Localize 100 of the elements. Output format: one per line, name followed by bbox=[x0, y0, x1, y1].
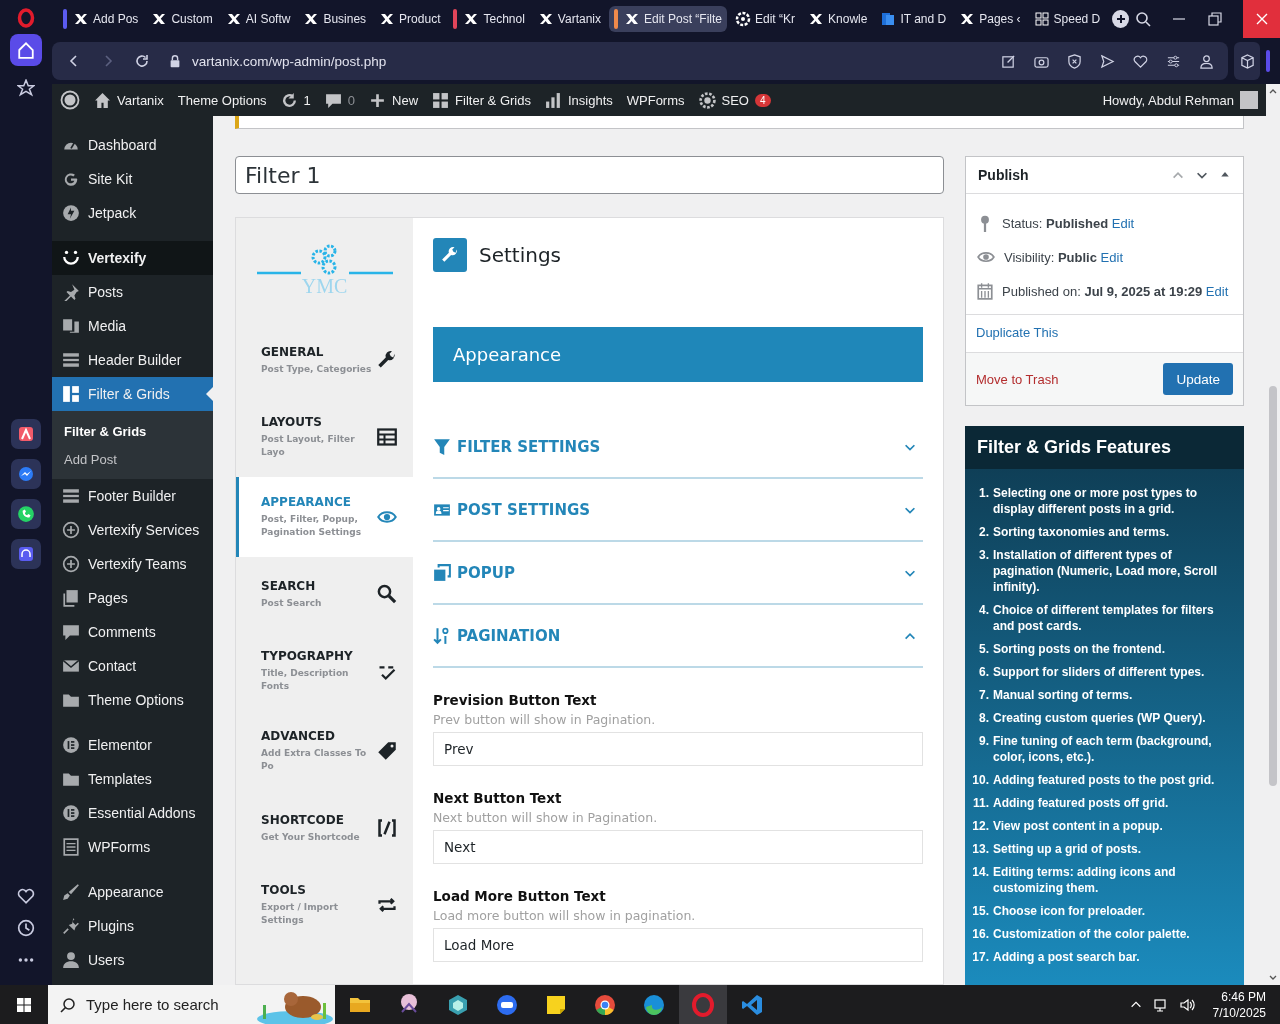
address-bar[interactable]: vartanix.com/wp-admin/post.php bbox=[52, 42, 1228, 80]
speaker-icon[interactable] bbox=[1178, 996, 1195, 1013]
menu-item[interactable]: Posts bbox=[52, 275, 213, 309]
settings-tab[interactable]: LAYOUTS Post Layout, Filter Layo bbox=[236, 397, 413, 477]
menu-item[interactable]: Plugins bbox=[52, 909, 213, 943]
app-launcher[interactable] bbox=[11, 419, 41, 449]
person-icon[interactable] bbox=[1199, 53, 1214, 69]
admin-bar-item[interactable]: 1 bbox=[280, 91, 311, 109]
browser-tab[interactable]: Edit “Kr bbox=[730, 6, 801, 32]
settings-tab[interactable]: SEARCH Post Search bbox=[236, 557, 413, 631]
admin-bar-item[interactable]: Theme Options bbox=[177, 92, 267, 108]
menu-item[interactable]: Header Builder bbox=[52, 343, 213, 377]
clock[interactable]: 6:46 PM 7/10/2025 bbox=[1212, 988, 1266, 1021]
browser-tab[interactable]: Busines bbox=[298, 6, 372, 32]
network-icon[interactable] bbox=[1152, 996, 1169, 1013]
field-label: Next Button Text bbox=[433, 790, 563, 806]
home-button[interactable] bbox=[10, 34, 42, 66]
x-logo-icon bbox=[303, 11, 320, 27]
edit-link[interactable]: Edit bbox=[1100, 249, 1123, 265]
menu-item[interactable]: Jetpack bbox=[52, 196, 213, 230]
browser-tab[interactable]: Speed D bbox=[1028, 6, 1106, 32]
new-tab-button[interactable] bbox=[1112, 10, 1129, 28]
speech-bubble-icon bbox=[324, 91, 342, 109]
search-icon[interactable] bbox=[1135, 11, 1151, 27]
scrollbar[interactable] bbox=[1266, 84, 1280, 985]
send-icon[interactable] bbox=[1100, 53, 1115, 69]
restore-icon[interactable] bbox=[1207, 11, 1223, 27]
taskbar-search[interactable]: Type here to search bbox=[48, 985, 335, 1024]
settings-tab[interactable]: APPEARANCE Post, Filter, Popup, Pagination Settings bbox=[236, 477, 413, 557]
text-field[interactable]: Prev bbox=[433, 732, 923, 766]
account-menu[interactable]: Howdy, Abdul Rehman bbox=[1102, 91, 1258, 109]
duplicate-link[interactable]: Duplicate This bbox=[976, 325, 1059, 340]
accordion-header[interactable]: PAGINATION bbox=[433, 605, 923, 668]
menu-item[interactable]: Site Kit bbox=[52, 162, 213, 196]
text-field[interactable]: Next bbox=[433, 830, 923, 864]
settings-tab[interactable]: GENERAL Post Type, Categories bbox=[236, 323, 413, 397]
menu-item[interactable]: Essential Addons bbox=[52, 796, 213, 830]
menu-item[interactable]: Comments bbox=[52, 615, 213, 649]
admin-bar-item[interactable]: WPForms bbox=[626, 92, 685, 108]
settings-tab[interactable]: TYPOGRAPHY Title, Description Fonts bbox=[236, 631, 413, 711]
submenu-item[interactable]: Filter & Grids bbox=[64, 417, 213, 445]
windows-logo-icon[interactable] bbox=[16, 996, 32, 1013]
admin-bar-item[interactable]: New bbox=[369, 91, 419, 109]
app-launcher[interactable] bbox=[11, 499, 41, 529]
browser-tab[interactable]: Knowle bbox=[803, 6, 873, 32]
menu-item[interactable]: Filter & Grids bbox=[52, 377, 213, 411]
list-number: 1. bbox=[978, 485, 989, 502]
menu-item[interactable]: Contact bbox=[52, 649, 213, 683]
title-field[interactable]: Filter 1 bbox=[235, 156, 944, 194]
sliders-icon[interactable] bbox=[1166, 53, 1181, 69]
menu-item[interactable]: Dashboard bbox=[52, 128, 213, 162]
admin-bar-item[interactable]: Filter & Grids bbox=[432, 91, 531, 109]
trash-link[interactable]: Move to Trash bbox=[976, 371, 1059, 387]
wordpress-logo-icon[interactable] bbox=[60, 90, 80, 110]
settings-tab[interactable]: SHORTCODE Get Your Shortcode bbox=[236, 791, 413, 865]
heart-icon[interactable] bbox=[17, 887, 35, 905]
app-launcher[interactable] bbox=[11, 459, 41, 489]
shield-icon[interactable] bbox=[1067, 53, 1082, 69]
menu-item[interactable]: Vertexify Teams bbox=[52, 547, 213, 581]
admin-bar-item[interactable]: Insights bbox=[544, 91, 613, 109]
edit-icon[interactable] bbox=[1001, 53, 1016, 69]
admin-bar-item[interactable]: 0 bbox=[324, 91, 356, 109]
browser-tab[interactable]: Edit Post “Filte bbox=[609, 6, 727, 32]
admin-bar-item[interactable]: Vartanix bbox=[94, 91, 164, 109]
extensions-button[interactable] bbox=[1234, 42, 1260, 80]
settings-tab[interactable]: ADVANCED Add Extra Classes To Po bbox=[236, 711, 413, 791]
opera-logo-icon[interactable] bbox=[16, 8, 36, 28]
browser-tab[interactable]: Pages ‹ bbox=[954, 6, 1026, 32]
menu-item[interactable]: Vertexify bbox=[52, 241, 213, 275]
reload-icon[interactable] bbox=[134, 53, 150, 69]
menu-item[interactable]: Appearance bbox=[52, 875, 213, 909]
browser-tab[interactable]: IT and D bbox=[875, 6, 952, 32]
clock-icon[interactable] bbox=[17, 919, 35, 937]
browser-tab[interactable]: Vartanix bbox=[532, 6, 606, 32]
accordion-header[interactable]: FILTER SETTINGS bbox=[433, 416, 923, 479]
text-field[interactable]: Load More bbox=[433, 928, 923, 962]
settings-tab[interactable]: TOOLS Export / Import Settings bbox=[236, 865, 413, 945]
menu-item[interactable]: Pages bbox=[52, 581, 213, 615]
edit-link[interactable]: Edit bbox=[1111, 215, 1135, 231]
menu-item[interactable]: Media bbox=[52, 309, 213, 343]
menu-item[interactable]: Elementor bbox=[52, 728, 213, 762]
menu-item[interactable]: Vertexify Services bbox=[52, 513, 213, 547]
menu-item[interactable]: Users bbox=[52, 943, 213, 977]
browser-tab[interactable]: Product bbox=[374, 6, 446, 32]
edit-link[interactable]: Edit bbox=[1205, 283, 1229, 299]
accordion-header[interactable]: POST SETTINGS bbox=[433, 479, 923, 542]
menu-item[interactable]: WPForms bbox=[52, 830, 213, 864]
browser-tab[interactable]: Custom bbox=[146, 6, 218, 32]
heart-icon[interactable] bbox=[1133, 53, 1148, 69]
accordion-header[interactable]: POPUP bbox=[433, 542, 923, 605]
admin-bar-item[interactable]: SEO 4 bbox=[698, 91, 771, 109]
app-launcher[interactable] bbox=[11, 539, 41, 569]
menu-item[interactable]: Templates bbox=[52, 762, 213, 796]
browser-tab[interactable]: Add Pos bbox=[58, 6, 144, 32]
menu-item[interactable]: Footer Builder bbox=[52, 479, 213, 513]
browser-tab[interactable]: AI Softw bbox=[220, 6, 296, 32]
submenu-item[interactable]: Add Post bbox=[64, 445, 213, 473]
update-button[interactable]: Update bbox=[1163, 363, 1233, 395]
browser-tab[interactable]: Technol bbox=[448, 6, 530, 32]
menu-item[interactable]: Theme Options bbox=[52, 683, 213, 717]
